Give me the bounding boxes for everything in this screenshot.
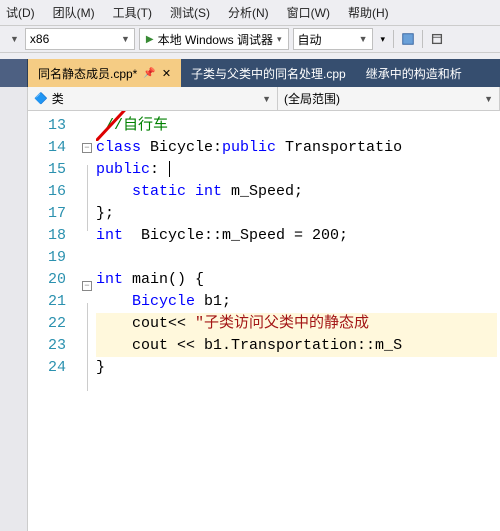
line-number: 17	[28, 203, 78, 225]
line-number: 18	[28, 225, 78, 247]
menu-item[interactable]: 帮助(H)	[348, 4, 389, 21]
tab-inactive[interactable]: 继承中的构造和析	[356, 59, 472, 87]
separator	[393, 30, 394, 48]
debug-label: 本地 Windows 调试器	[158, 31, 273, 48]
line-gutter: 13 14 15 16 17 18 19 20 21 22 23 24	[28, 111, 78, 531]
auto-value: 自动	[298, 31, 322, 48]
line-number: 15	[28, 159, 78, 181]
scope-right-label: (全局范围)	[284, 90, 340, 107]
fold-toggle[interactable]: −	[78, 143, 96, 165]
explorer-pane[interactable]	[0, 111, 28, 531]
menu-bar: 试(D) 团队(M) 工具(T) 测试(S) 分析(N) 窗口(W) 帮助(H)	[0, 0, 500, 25]
play-icon: ▶	[146, 34, 154, 45]
separator	[422, 30, 423, 48]
menu-item[interactable]: 试(D)	[6, 4, 35, 21]
line-number: 19	[28, 247, 78, 269]
line-number: 14	[28, 137, 78, 159]
tab-strip: 同名静态成员.cpp* 📌 ✕ 子类与父类中的同名处理.cpp 继承中的构造和析	[0, 59, 500, 87]
line-number: 24	[28, 357, 78, 379]
line-number: 22	[28, 313, 78, 335]
line-number: 13	[28, 115, 78, 137]
chevron-down-icon: ▼	[484, 94, 493, 104]
tab-label: 子类与父类中的同名处理.cpp	[191, 65, 346, 82]
tool-icon-2[interactable]	[427, 29, 447, 49]
editor: 13 14 15 16 17 18 19 20 21 22 23 24 − − …	[0, 111, 500, 531]
class-icon: 🔷	[34, 92, 48, 105]
chevron-down-icon: ▼	[359, 34, 368, 44]
scope-right[interactable]: (全局范围) ▼	[278, 87, 500, 111]
pin-icon[interactable]: 📌	[143, 68, 155, 79]
tool-icon-1[interactable]	[398, 29, 418, 49]
platform-combo[interactable]: x86 ▼	[25, 28, 135, 50]
menu-item[interactable]: 团队(M)	[53, 4, 95, 21]
menu-item[interactable]: 工具(T)	[113, 4, 152, 21]
side-stub	[0, 59, 28, 87]
toolbar: ▼ x86 ▼ ▶ 本地 Windows 调试器 ▾ 自动 ▼ ▾	[0, 25, 500, 53]
menu-item[interactable]: 测试(S)	[170, 4, 210, 21]
debug-button[interactable]: ▶ 本地 Windows 调试器 ▾	[139, 28, 289, 50]
scope-stub	[0, 87, 28, 111]
fold-gutter: − −	[78, 111, 96, 531]
chevron-down-icon: ▼	[262, 94, 271, 104]
tab-label: 同名静态成员.cpp*	[38, 65, 137, 82]
auto-combo[interactable]: 自动 ▼	[293, 28, 373, 50]
tab-active[interactable]: 同名静态成员.cpp* 📌 ✕	[28, 59, 181, 87]
chevron-down-icon: ▾	[277, 34, 282, 45]
line-number: 23	[28, 335, 78, 357]
chevron-down-icon: ▼	[121, 34, 130, 44]
scope-left-label: 类	[52, 90, 64, 107]
menu-item[interactable]: 窗口(W)	[287, 4, 330, 21]
line-number: 16	[28, 181, 78, 203]
overflow-icon[interactable]: ▾	[381, 34, 386, 45]
dropdown-caret-icon[interactable]: ▼	[10, 34, 19, 44]
tab-label: 继承中的构造和析	[366, 65, 462, 82]
close-icon[interactable]: ✕	[162, 67, 171, 80]
line-number: 20	[28, 269, 78, 291]
platform-value: x86	[30, 32, 49, 46]
fold-toggle[interactable]: −	[78, 281, 96, 303]
scope-left[interactable]: 🔷 类 ▼	[28, 87, 278, 111]
tab-inactive[interactable]: 子类与父类中的同名处理.cpp	[181, 59, 356, 87]
text-cursor	[169, 161, 170, 177]
line-number: 21	[28, 291, 78, 313]
code-area[interactable]: //自行车 class Bicycle:public Transportatio…	[96, 111, 500, 531]
menu-item[interactable]: 分析(N)	[228, 4, 269, 21]
scope-bar: 🔷 类 ▼ (全局范围) ▼	[0, 87, 500, 111]
